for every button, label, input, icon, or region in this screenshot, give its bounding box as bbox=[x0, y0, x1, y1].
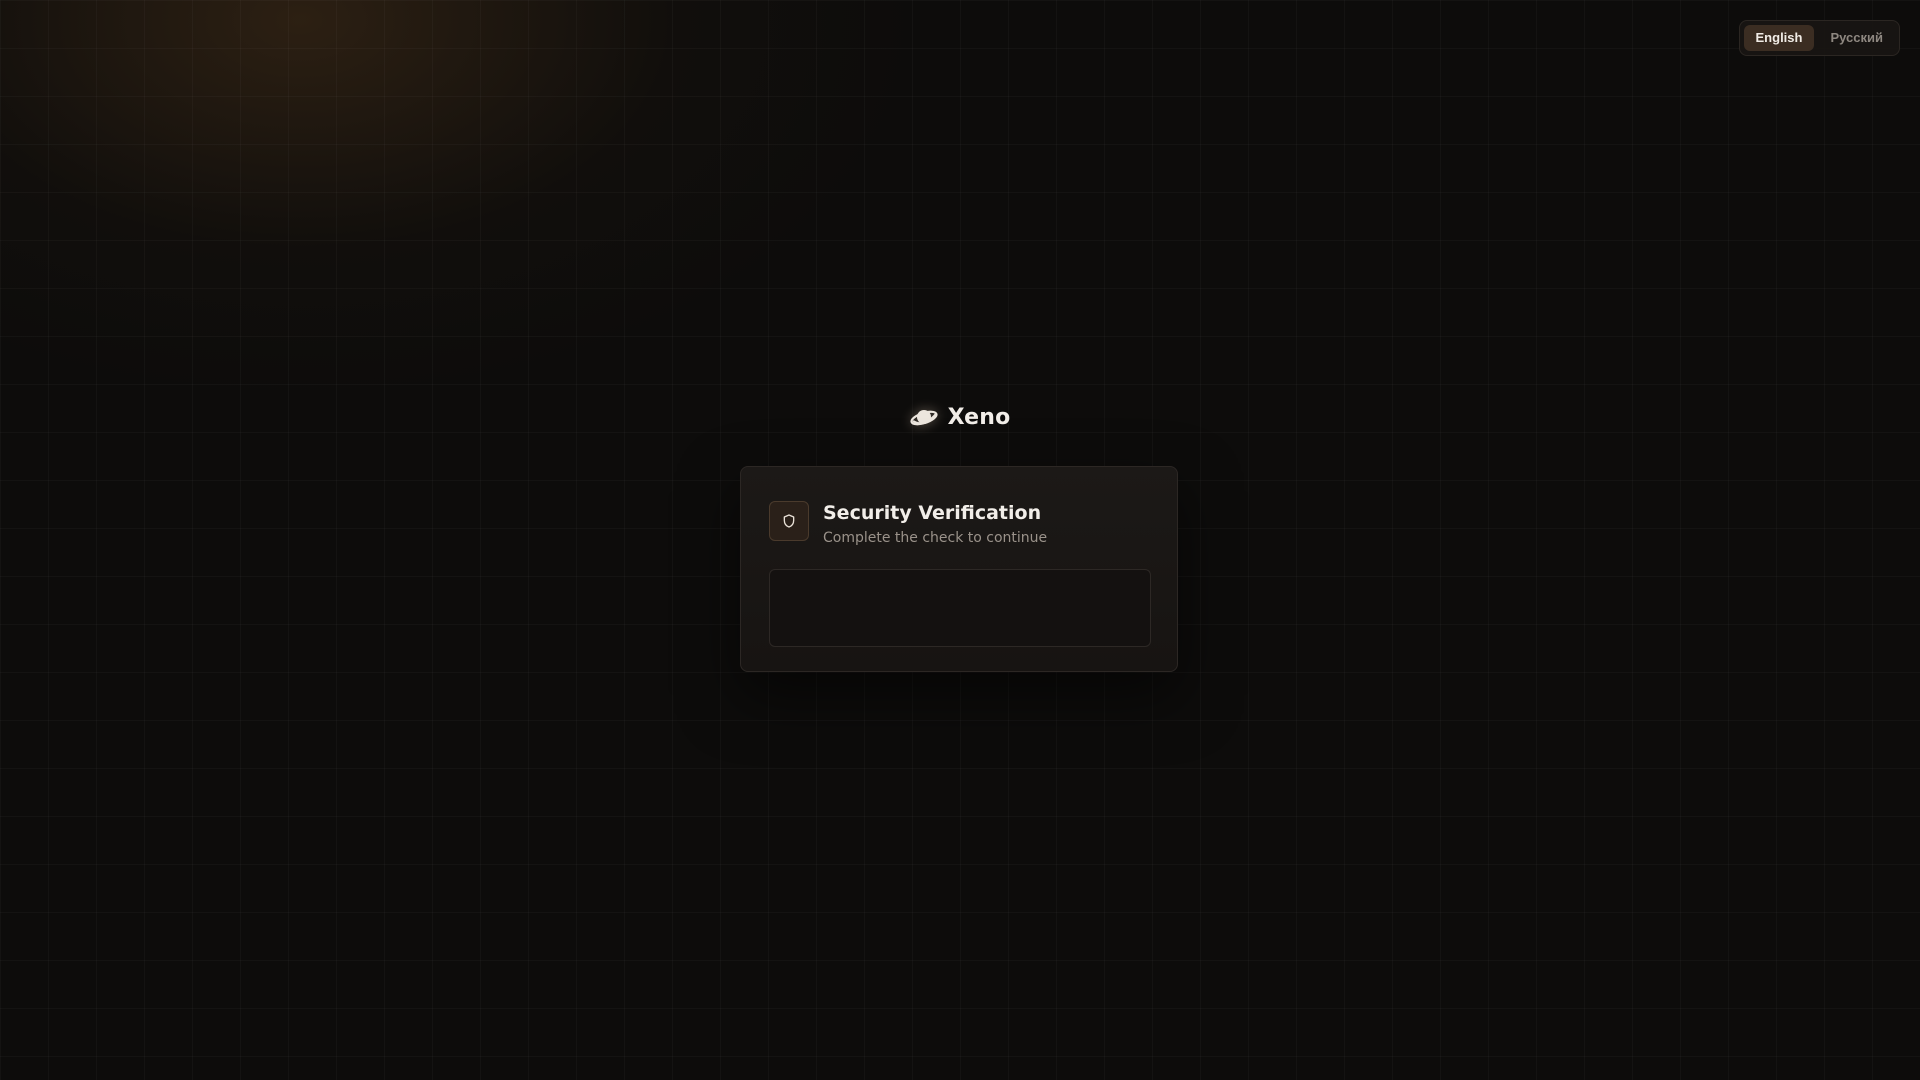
shield-icon-container bbox=[769, 501, 809, 541]
planet-icon bbox=[910, 410, 938, 426]
page: English Русский Xeno Security Verificati… bbox=[0, 0, 1920, 1080]
brand: Xeno bbox=[0, 404, 1920, 430]
language-switcher: English Русский bbox=[1738, 20, 1900, 56]
verification-subtitle: Complete the check to continue bbox=[823, 530, 1048, 546]
verification-title: Security Verification bbox=[823, 502, 1042, 524]
brand-name: Xeno bbox=[947, 404, 1011, 430]
shield-icon bbox=[783, 514, 795, 528]
language-option-russian[interactable]: Русский bbox=[1818, 25, 1895, 51]
verification-header: Security Verification Complete the check… bbox=[769, 501, 1047, 547]
language-option-english[interactable]: English bbox=[1743, 25, 1815, 51]
verification-card: Security Verification Complete the check… bbox=[740, 466, 1178, 672]
verification-titles: Security Verification Complete the check… bbox=[823, 501, 1047, 547]
captcha-widget[interactable] bbox=[769, 569, 1151, 647]
